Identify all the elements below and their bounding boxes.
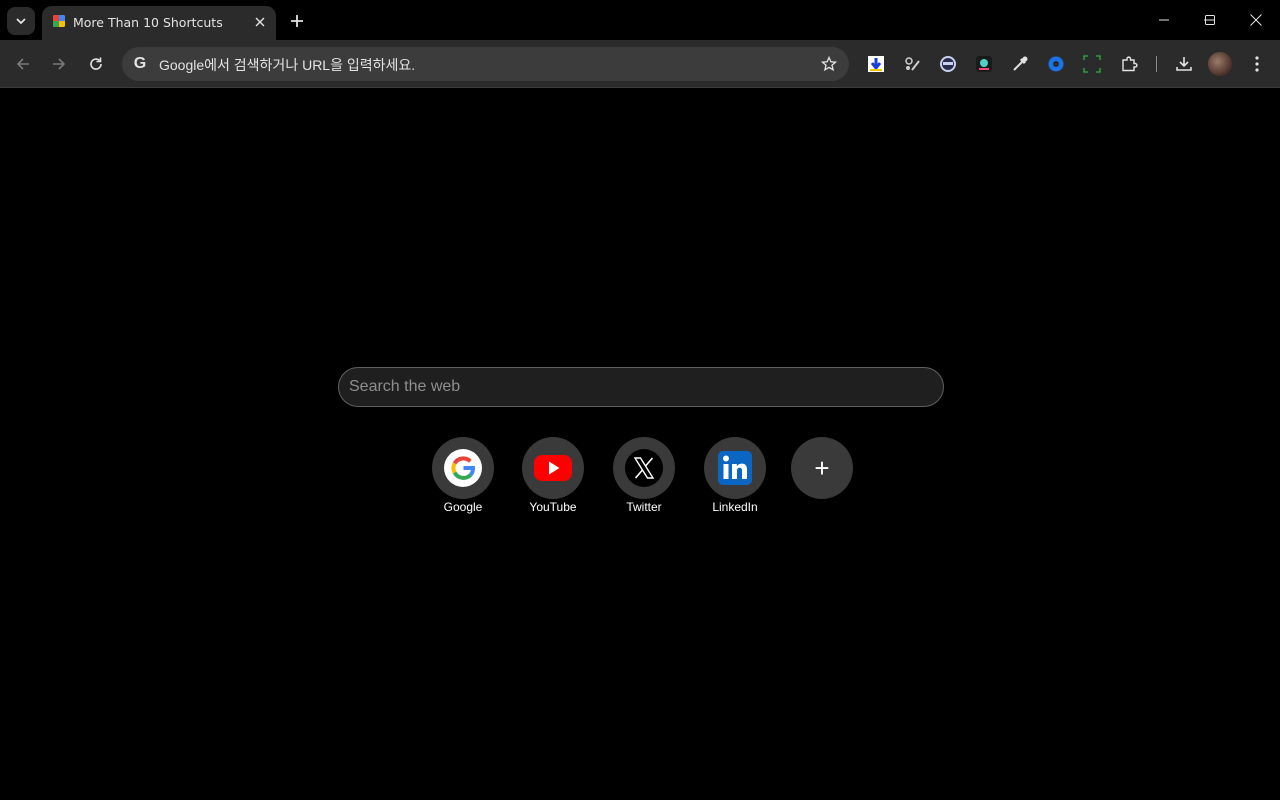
blue-ring-extension-icon	[1048, 56, 1064, 72]
shortcut-label: LinkedIn	[712, 500, 758, 514]
close-icon	[255, 17, 265, 27]
shortcut-youtube[interactable]: YouTube	[508, 437, 598, 514]
shortcut-label: Twitter	[626, 500, 662, 514]
maximize-window-button[interactable]	[1187, 0, 1233, 40]
extension-eyedropper-button[interactable]	[1008, 52, 1032, 76]
tab-favicon-icon	[53, 15, 65, 27]
shortcut-twitter[interactable]: Twitter	[599, 437, 689, 514]
bookmark-button[interactable]	[817, 52, 841, 76]
download-icon	[1176, 57, 1192, 71]
tab-title: More Than 10 Shortcuts	[73, 15, 223, 30]
shortcut-label: YouTube	[529, 500, 577, 514]
browser-menu-button[interactable]	[1245, 52, 1269, 76]
address-bar[interactable]: G Google에서 검색하거나 URL을 입력하세요.	[122, 47, 849, 81]
screen-recorder-extension-icon	[976, 56, 992, 72]
add-shortcut-button[interactable]: +	[791, 437, 853, 499]
shortcut-twitter-tile[interactable]	[613, 437, 675, 499]
youtube-icon	[534, 455, 572, 481]
star-icon	[821, 56, 837, 72]
more-vertical-icon	[1255, 56, 1259, 72]
extension-blue-circle-button[interactable]	[1044, 52, 1068, 76]
screenshot-capture-icon	[1083, 55, 1101, 73]
chevron-down-icon	[16, 18, 26, 25]
download-arrow-extension-icon	[868, 56, 884, 72]
extension-tools-button[interactable]	[900, 52, 924, 76]
shortcut-linkedin[interactable]: LinkedIn	[690, 437, 780, 514]
reload-button[interactable]	[80, 48, 112, 80]
linkedin-icon	[718, 451, 752, 485]
shortcut-google[interactable]: Google	[418, 437, 508, 514]
active-tab[interactable]: More Than 10 Shortcuts	[42, 6, 276, 40]
plus-icon	[291, 15, 303, 27]
new-tab-button[interactable]	[283, 7, 311, 35]
minimize-icon	[1159, 19, 1169, 21]
google-icon	[444, 449, 482, 487]
browser-toolbar: G Google에서 검색하거나 URL을 입력하세요.	[0, 40, 1280, 88]
shortcut-google-tile[interactable]	[432, 437, 494, 499]
maximize-icon	[1205, 15, 1215, 25]
shortcut-youtube-tile[interactable]	[522, 437, 584, 499]
web-globe-extension-icon	[940, 56, 956, 72]
extensions-menu-button[interactable]	[1117, 52, 1141, 76]
extension-download-arrow-button[interactable]	[864, 52, 888, 76]
eyedropper-icon	[1013, 56, 1028, 71]
google-g-icon: G	[133, 55, 147, 72]
add-shortcut-label: +	[814, 452, 830, 483]
extension-web-button[interactable]	[936, 52, 960, 76]
toolbar-separator	[1156, 56, 1157, 72]
web-search-box[interactable]	[338, 367, 944, 407]
address-bar-placeholder: Google에서 검색하거나 URL을 입력하세요.	[159, 57, 416, 73]
downloads-button[interactable]	[1172, 52, 1196, 76]
forward-button[interactable]	[43, 48, 75, 80]
x-twitter-icon	[625, 449, 663, 487]
extension-capture-button[interactable]	[1080, 52, 1104, 76]
extension-screen-button[interactable]	[972, 52, 996, 76]
minimize-window-button[interactable]	[1141, 0, 1187, 40]
shortcut-label: Google	[443, 500, 483, 514]
tab-close-button[interactable]	[250, 12, 270, 32]
close-icon	[1250, 14, 1262, 26]
shortcut-linkedin-tile[interactable]	[704, 437, 766, 499]
arrow-right-icon	[53, 58, 66, 70]
paint-tools-extension-icon	[905, 57, 920, 71]
tab-strip: More Than 10 Shortcuts	[0, 0, 1280, 40]
search-input[interactable]	[349, 368, 933, 406]
back-button[interactable]	[7, 48, 39, 80]
reload-icon	[90, 57, 102, 70]
close-window-button[interactable]	[1233, 0, 1279, 40]
arrow-left-icon	[16, 58, 29, 70]
profile-avatar[interactable]	[1208, 52, 1232, 76]
tab-search-button[interactable]	[7, 7, 35, 35]
puzzle-piece-icon	[1122, 56, 1138, 72]
